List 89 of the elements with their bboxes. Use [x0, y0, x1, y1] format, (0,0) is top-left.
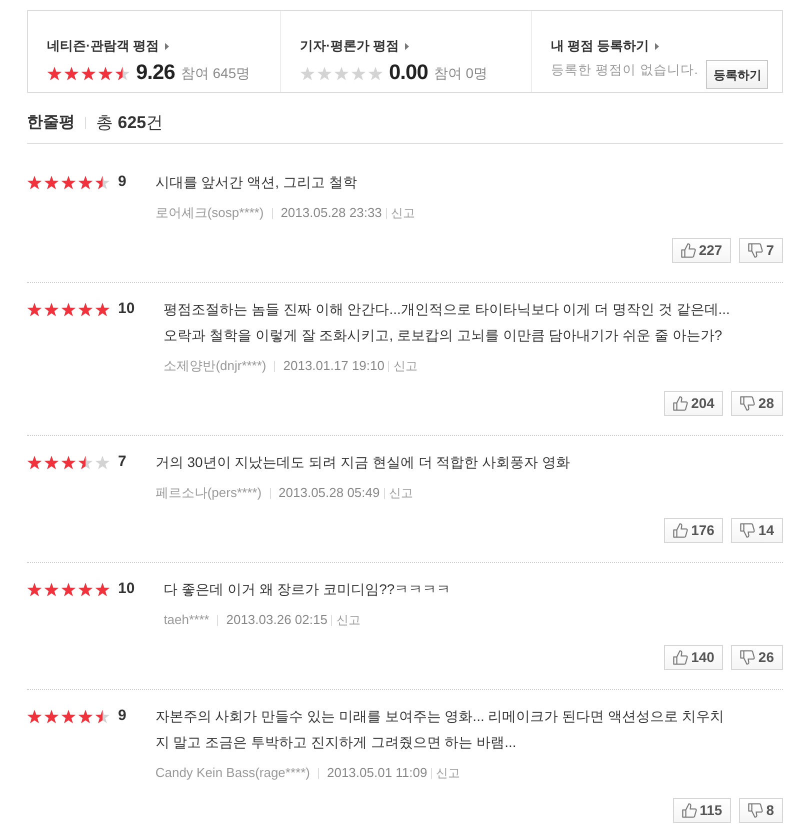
- author-name: taeh****: [164, 611, 210, 630]
- thumbs-down-icon: [748, 243, 764, 258]
- author-name: 소제양반(dnjr****): [164, 357, 266, 376]
- star-icon: [44, 582, 59, 596]
- star-icon: [44, 302, 59, 316]
- author-name: Candy Kein Bass(rage****): [155, 764, 310, 782]
- star-icon: [95, 708, 110, 724]
- star-icon: [95, 582, 110, 596]
- like-button[interactable]: 204: [664, 391, 724, 416]
- star-icon: [61, 174, 76, 190]
- section-title: 한줄평: [27, 113, 75, 133]
- review-score: 10: [118, 299, 135, 319]
- star-icon: [317, 66, 332, 80]
- thumbs-down-icon: [748, 803, 764, 818]
- star-icon: [61, 454, 76, 470]
- review-score: 9: [118, 706, 126, 726]
- star-icon: [78, 582, 93, 596]
- star-icon: [95, 302, 110, 316]
- thumbs-down-icon: [740, 650, 756, 665]
- participant-count: 참여 645명: [180, 64, 250, 83]
- rating-link[interactable]: 내 평점 등록하기: [551, 38, 660, 54]
- star-icon: [44, 454, 59, 470]
- average-score: 0.00: [389, 61, 428, 85]
- review-text: 자본주의 사회가 만들수 있는 미래를 보여주는 영화... 리메이크가 된다면 액션성으로 치우치 지 말고 조금은 투박하고 진지하게 그려줬으면 하는 바램...: [155, 707, 725, 752]
- star-icon: [351, 66, 366, 80]
- star-icon: [98, 66, 113, 80]
- star-icon: [78, 454, 93, 470]
- thumbs-up-icon: [673, 523, 688, 538]
- star-icon: [27, 302, 42, 316]
- thumbs-down-icon: [740, 523, 756, 538]
- author-name: 로어셰크(sosp****): [155, 204, 264, 222]
- star-icon: [27, 582, 42, 596]
- star-icon: [27, 454, 42, 470]
- star-icon: [368, 66, 383, 80]
- star-icon: [95, 454, 110, 470]
- caret-icon: [164, 42, 169, 50]
- thumbs-up-icon: [673, 396, 688, 411]
- review-score: 9: [118, 172, 126, 192]
- star-icon: [44, 708, 59, 724]
- star-icon: [27, 708, 42, 724]
- star-icon: [64, 66, 79, 80]
- review-text: 평점조절하는 놈들 진짜 이해 안간다...개인적으로 타이타닉보다 이게 더 명작인 것 같은데... 오락과 철학을 이렇게 잘 조화시키고, 로보캅의 고뇌를 이만큼 담아내기가 쉬운 줄 아는가?: [164, 300, 731, 345]
- thumbs-up-icon: [680, 243, 696, 258]
- star-icon: [44, 174, 59, 190]
- dislike-button[interactable]: 28: [731, 391, 783, 416]
- dislike-button[interactable]: 8: [739, 798, 783, 823]
- dislike-button[interactable]: 14: [731, 518, 783, 543]
- dislike-button[interactable]: 7: [739, 238, 783, 263]
- author-name: 페르소나(pers****): [155, 484, 262, 502]
- star-icon: [334, 66, 349, 80]
- thumbs-up-icon: [673, 650, 688, 665]
- rating-link[interactable]: 네티즌·관람객 평점: [47, 38, 169, 54]
- star-icon: [300, 66, 315, 80]
- review-score: 10: [118, 579, 135, 599]
- review-text: 다 좋은데 이거 왜 장르가 코미디임??ㅋㅋㅋㅋ: [164, 580, 452, 599]
- caret-icon: [655, 42, 660, 50]
- review-date: 2013.01.17 19:10: [283, 357, 384, 376]
- review-date: 2013.03.26 02:15: [226, 611, 328, 630]
- star-icon: [61, 708, 76, 724]
- review-date: 2013.05.01 11:09: [326, 764, 428, 782]
- star-icon: [78, 708, 93, 724]
- total-count: 총 625건: [96, 112, 164, 134]
- rating-link[interactable]: 기자·평론가 평점: [300, 38, 409, 54]
- caret-icon: [404, 42, 409, 50]
- review-text: 시대를 앞서간 액션, 그리고 철학: [155, 173, 358, 192]
- star-icon: [27, 174, 42, 190]
- like-button[interactable]: 140: [664, 645, 724, 670]
- review-score: 7: [118, 452, 126, 472]
- star-icon: [115, 66, 130, 80]
- review-date: 2013.05.28 05:49: [278, 484, 380, 502]
- participant-count: 참여 0명: [434, 64, 488, 83]
- star-icon: [81, 66, 96, 80]
- star-icon: [47, 66, 62, 80]
- average-score: 9.26: [136, 61, 175, 85]
- register-button[interactable]: 등록하기: [706, 60, 768, 89]
- star-icon: [61, 302, 76, 316]
- star-icon: [95, 174, 110, 190]
- star-icon: [61, 582, 76, 596]
- empty-rating-message: 등록한 평점이 없습니다.: [551, 61, 698, 79]
- like-button[interactable]: 176: [664, 518, 724, 543]
- thumbs-down-icon: [740, 396, 756, 411]
- star-icon: [78, 302, 93, 316]
- like-button[interactable]: 115: [672, 798, 732, 823]
- star-icon: [78, 174, 93, 190]
- review-date: 2013.05.28 23:33: [280, 204, 382, 222]
- thumbs-up-icon: [682, 803, 697, 818]
- review-text: 거의 30년이 지났는데도 되려 지금 현실에 더 적합한 사회풍자 영화: [155, 453, 571, 472]
- like-button[interactable]: 227: [672, 238, 732, 263]
- dislike-button[interactable]: 26: [731, 645, 783, 670]
